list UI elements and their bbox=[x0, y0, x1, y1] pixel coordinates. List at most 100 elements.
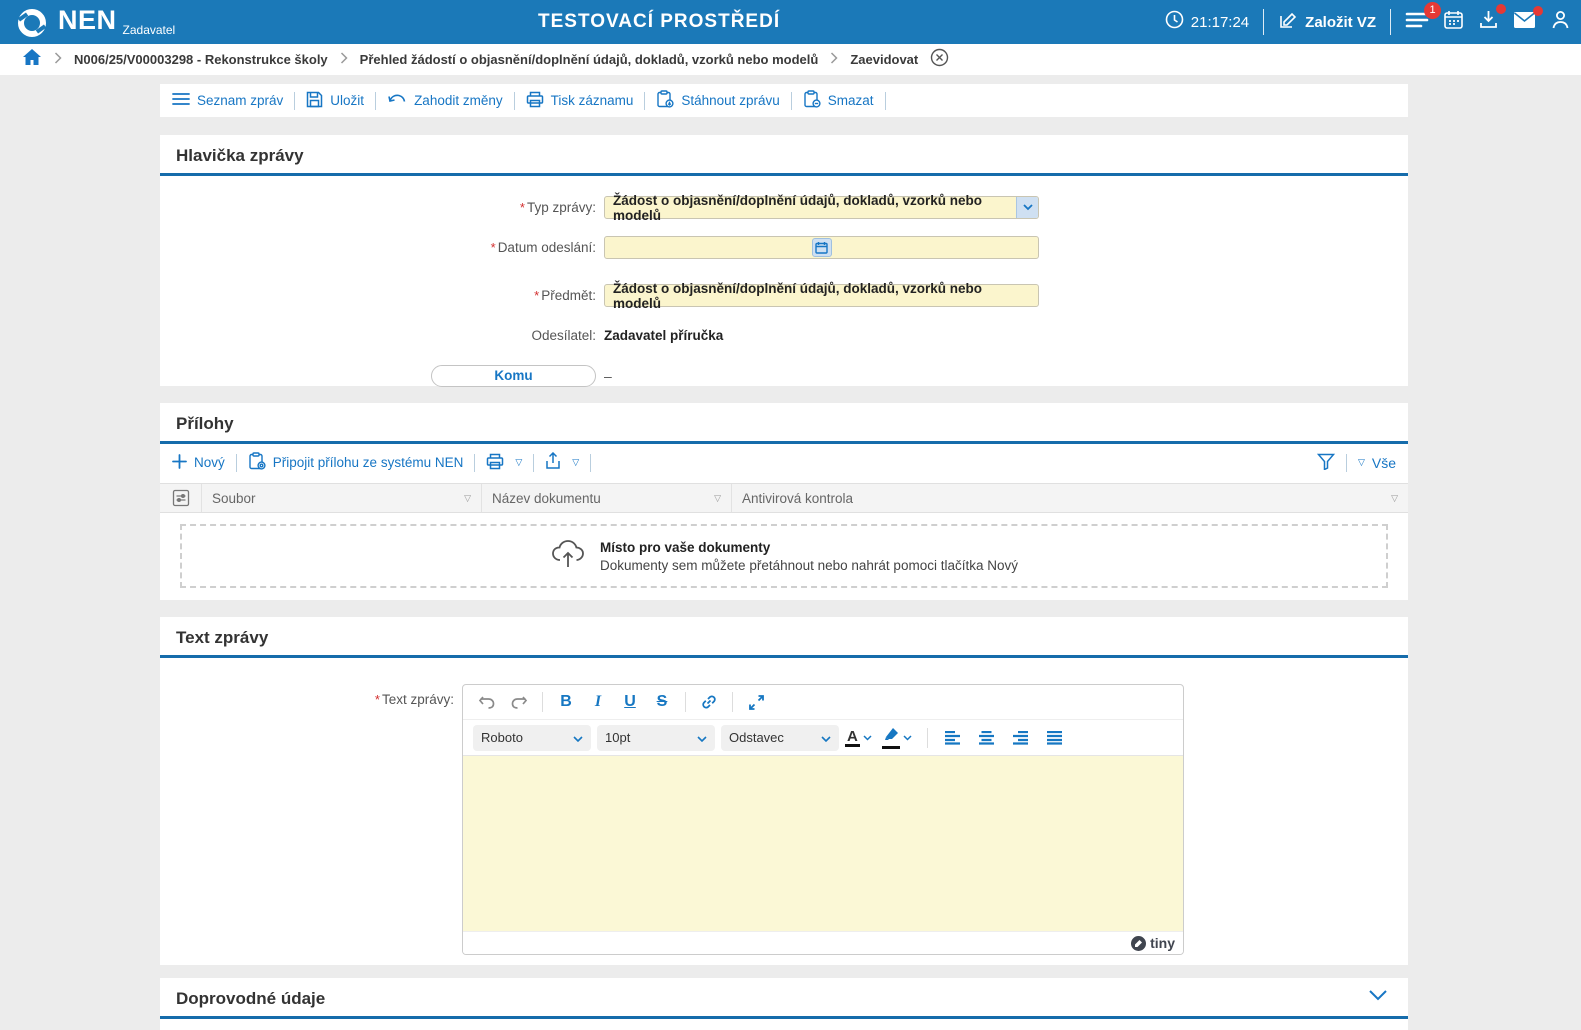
column-filter-icon[interactable]: ▽ bbox=[458, 493, 471, 504]
attachments-table-header: Soubor ▽ Název dokumentu ▽ Antivirová ko… bbox=[160, 483, 1408, 513]
fullscreen-icon[interactable] bbox=[742, 689, 770, 715]
messages-button[interactable] bbox=[1513, 11, 1536, 34]
column-header-nazev[interactable]: Název dokumentu ▽ bbox=[482, 484, 732, 512]
block-format-select[interactable]: Odstavec bbox=[721, 725, 839, 751]
redo-icon[interactable] bbox=[505, 689, 533, 715]
column-label: Antivirová kontrola bbox=[742, 491, 853, 506]
form-row-sender: Odesílatel: Zadavatel příručka bbox=[176, 324, 1408, 347]
toolbar-divider bbox=[885, 92, 886, 110]
print-attachments-button[interactable]: ▽ bbox=[486, 453, 522, 473]
create-vz-label: Založit VZ bbox=[1305, 14, 1376, 31]
rich-text-editor: B I U S Roboto bbox=[462, 684, 1184, 955]
section-message-text: Text zprávy *Text zprávy: B I U bbox=[160, 617, 1408, 965]
breadcrumb-separator-icon bbox=[340, 51, 348, 69]
expand-section-icon[interactable] bbox=[1368, 988, 1388, 1006]
discard-changes-button[interactable]: Zahodit změny bbox=[387, 92, 503, 110]
underline-button[interactable]: U bbox=[616, 689, 644, 715]
date-picker-icon[interactable] bbox=[812, 238, 832, 257]
strikethrough-icon: S bbox=[657, 693, 668, 711]
messages-alert-dot bbox=[1533, 6, 1543, 16]
caret-down-icon: ▽ bbox=[572, 457, 579, 468]
download-message-label: Stáhnout zprávu bbox=[681, 93, 779, 108]
user-icon bbox=[1550, 9, 1571, 35]
undo-icon[interactable] bbox=[473, 689, 501, 715]
printer-icon bbox=[486, 453, 504, 473]
chevron-down-icon[interactable] bbox=[863, 733, 872, 743]
breadcrumb-item-procedure[interactable]: N006/25/V00003298 - Rekonstrukce školy bbox=[74, 52, 328, 67]
highlight-color-button[interactable] bbox=[882, 727, 916, 749]
save-icon bbox=[306, 91, 323, 111]
align-left-icon[interactable] bbox=[939, 725, 967, 751]
komu-value: – bbox=[604, 368, 612, 384]
link-button[interactable] bbox=[695, 689, 723, 715]
editor-toolbar-row2: Roboto 10pt Odstavec bbox=[463, 720, 1183, 756]
column-header-soubor[interactable]: Soubor ▽ bbox=[202, 484, 482, 512]
tiny-brand-label[interactable]: tiny bbox=[1150, 935, 1175, 951]
font-family-select[interactable]: Roboto bbox=[473, 725, 591, 751]
downloads-button[interactable] bbox=[1478, 9, 1499, 35]
calendar-button[interactable] bbox=[1443, 9, 1464, 35]
italic-button[interactable]: I bbox=[584, 689, 612, 715]
create-vz-button[interactable]: Založit VZ bbox=[1278, 10, 1376, 35]
align-center-icon[interactable] bbox=[973, 725, 1001, 751]
delete-button[interactable]: Smazat bbox=[803, 90, 874, 111]
attach-from-nen-button[interactable]: Připojit přílohu ze systému NEN bbox=[248, 452, 464, 473]
align-right-icon[interactable] bbox=[1007, 725, 1035, 751]
sender-value: Zadavatel příručka bbox=[604, 328, 723, 343]
chevron-down-icon[interactable] bbox=[1016, 197, 1038, 218]
komu-button[interactable]: Komu bbox=[431, 365, 596, 387]
notifications-menu-button[interactable]: 1 bbox=[1405, 10, 1429, 35]
breadcrumb-separator-icon bbox=[830, 51, 838, 69]
caret-down-icon: ▽ bbox=[515, 457, 522, 468]
export-attachments-button[interactable]: ▽ bbox=[545, 452, 579, 473]
align-justify-icon[interactable] bbox=[1041, 725, 1069, 751]
clipboard-download-icon bbox=[656, 90, 674, 111]
delete-label: Smazat bbox=[828, 93, 874, 108]
header-divider bbox=[1263, 9, 1264, 35]
toolbar-divider bbox=[236, 454, 237, 472]
sender-label: Odesílatel: bbox=[176, 328, 596, 343]
close-page-icon[interactable] bbox=[930, 48, 949, 72]
column-header-antivirus[interactable]: Antivirová kontrola ▽ bbox=[732, 484, 1408, 512]
text-color-button[interactable]: A bbox=[845, 729, 876, 747]
calendar-icon bbox=[1443, 9, 1464, 35]
column-filter-icon[interactable]: ▽ bbox=[708, 493, 721, 504]
print-record-button[interactable]: Tisk záznamu bbox=[526, 91, 634, 111]
new-attachment-label: Nový bbox=[194, 455, 225, 470]
message-list-button[interactable]: Seznam zpráv bbox=[172, 92, 283, 109]
required-marker: * bbox=[520, 200, 525, 215]
column-filter-icon[interactable]: ▽ bbox=[1385, 493, 1398, 504]
file-dropzone[interactable]: Místo pro vaše dokumenty Dokumenty sem m… bbox=[180, 524, 1388, 588]
bold-button[interactable]: B bbox=[552, 689, 580, 715]
toolbar-divider bbox=[791, 92, 792, 110]
section-title: Text zprávy bbox=[160, 617, 1408, 655]
toolbar-divider bbox=[685, 692, 686, 712]
strikethrough-button[interactable]: S bbox=[648, 689, 676, 715]
clock-icon bbox=[1165, 10, 1184, 34]
subject-input[interactable]: Žádost o objasnění/doplnění údajů, dokla… bbox=[604, 284, 1039, 307]
list-icon bbox=[172, 92, 190, 109]
required-marker: * bbox=[491, 240, 496, 255]
download-message-button[interactable]: Stáhnout zprávu bbox=[656, 90, 779, 111]
subject-value: Žádost o objasnění/doplnění údajů, dokla… bbox=[613, 281, 1030, 311]
attachments-toolbar: Nový Připojit přílohu ze systému NEN ▽ bbox=[160, 444, 1408, 479]
column-settings-button[interactable] bbox=[160, 484, 202, 512]
message-text-input[interactable] bbox=[463, 756, 1183, 931]
user-profile-button[interactable] bbox=[1550, 9, 1571, 35]
filter-all-button[interactable]: ▽ Vše bbox=[1358, 455, 1396, 471]
filter-button[interactable] bbox=[1317, 453, 1335, 473]
server-time: 21:17:24 bbox=[1165, 10, 1249, 34]
nen-logo[interactable]: NEN Zadavatel bbox=[14, 3, 175, 44]
environment-title: TESTOVACÍ PROSTŘEDÍ bbox=[538, 11, 780, 33]
tiny-logo-icon[interactable] bbox=[1131, 936, 1146, 951]
notifications-badge: 1 bbox=[1424, 2, 1441, 19]
home-icon[interactable] bbox=[22, 48, 42, 71]
new-attachment-button[interactable]: Nový bbox=[172, 454, 225, 472]
save-button[interactable]: Uložit bbox=[306, 91, 364, 111]
section-title: Doprovodné údaje bbox=[160, 978, 1368, 1016]
breadcrumb-item-overview[interactable]: Přehled žádostí o objasnění/doplnění úda… bbox=[360, 52, 819, 67]
editor-statusbar: tiny bbox=[463, 931, 1183, 954]
chevron-down-icon[interactable] bbox=[903, 733, 912, 743]
message-type-select[interactable]: Žádost o objasnění/doplnění údajů, dokla… bbox=[604, 196, 1039, 219]
font-size-select[interactable]: 10pt bbox=[597, 725, 715, 751]
